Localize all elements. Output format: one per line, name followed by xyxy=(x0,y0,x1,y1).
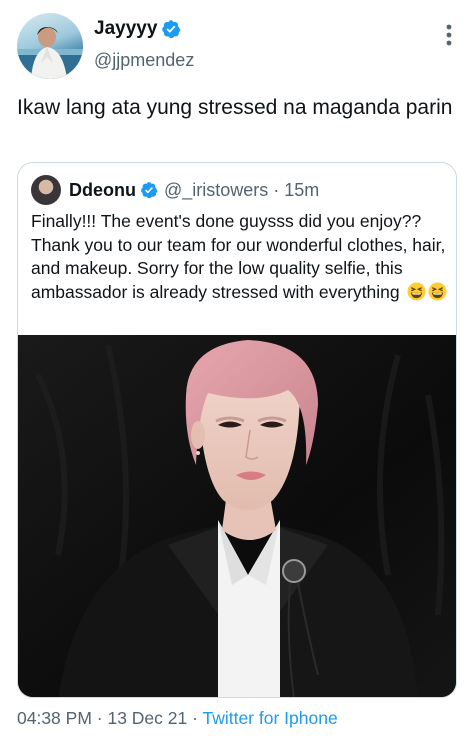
quoted-tweet-text-block: Finally!!! The event's done guysss did y… xyxy=(31,210,451,304)
selfie-photo-illustration xyxy=(18,335,456,697)
tweet-timestamp[interactable]: 04:38 PM · 13 Dec 21 · xyxy=(17,708,202,728)
verified-badge-icon xyxy=(141,182,158,199)
grinning-squinting-face-emoji xyxy=(428,281,447,301)
tweet-header: Jayyyy @jjpmendez xyxy=(0,0,474,90)
quoted-tweet-header: Ddeonu @_iristowers · 15m xyxy=(31,175,319,205)
quoted-tweet-card[interactable]: Ddeonu @_iristowers · 15m Finally!!! The… xyxy=(17,162,457,698)
verified-badge-icon xyxy=(162,20,181,39)
quoted-tweet-photo[interactable] xyxy=(18,335,456,697)
grinning-squinting-face-emoji xyxy=(407,281,426,301)
author-avatar[interactable] xyxy=(17,13,83,79)
quoted-author-handle: @_iristowers · 15m xyxy=(164,179,320,200)
tweet-text: Ikaw lang ata yung stressed na maganda p… xyxy=(17,96,453,119)
author-handle[interactable]: @jjpmendez xyxy=(94,50,194,71)
author-name-row: Jayyyy xyxy=(94,18,181,40)
quoted-author-name: Ddeonu xyxy=(69,179,136,200)
quoted-author-avatar xyxy=(31,175,61,205)
author-avatar-image xyxy=(17,27,83,79)
more-vertical-icon[interactable] xyxy=(442,22,456,48)
tweet-meta: 04:38 PM · 13 Dec 21 · Twitter for Iphon… xyxy=(17,708,338,729)
author-name[interactable]: Jayyyy xyxy=(94,18,157,40)
quoted-tweet-text: Finally!!! The event's done guysss did y… xyxy=(31,211,446,302)
tweet-source-link[interactable]: Twitter for Iphone xyxy=(202,708,337,728)
